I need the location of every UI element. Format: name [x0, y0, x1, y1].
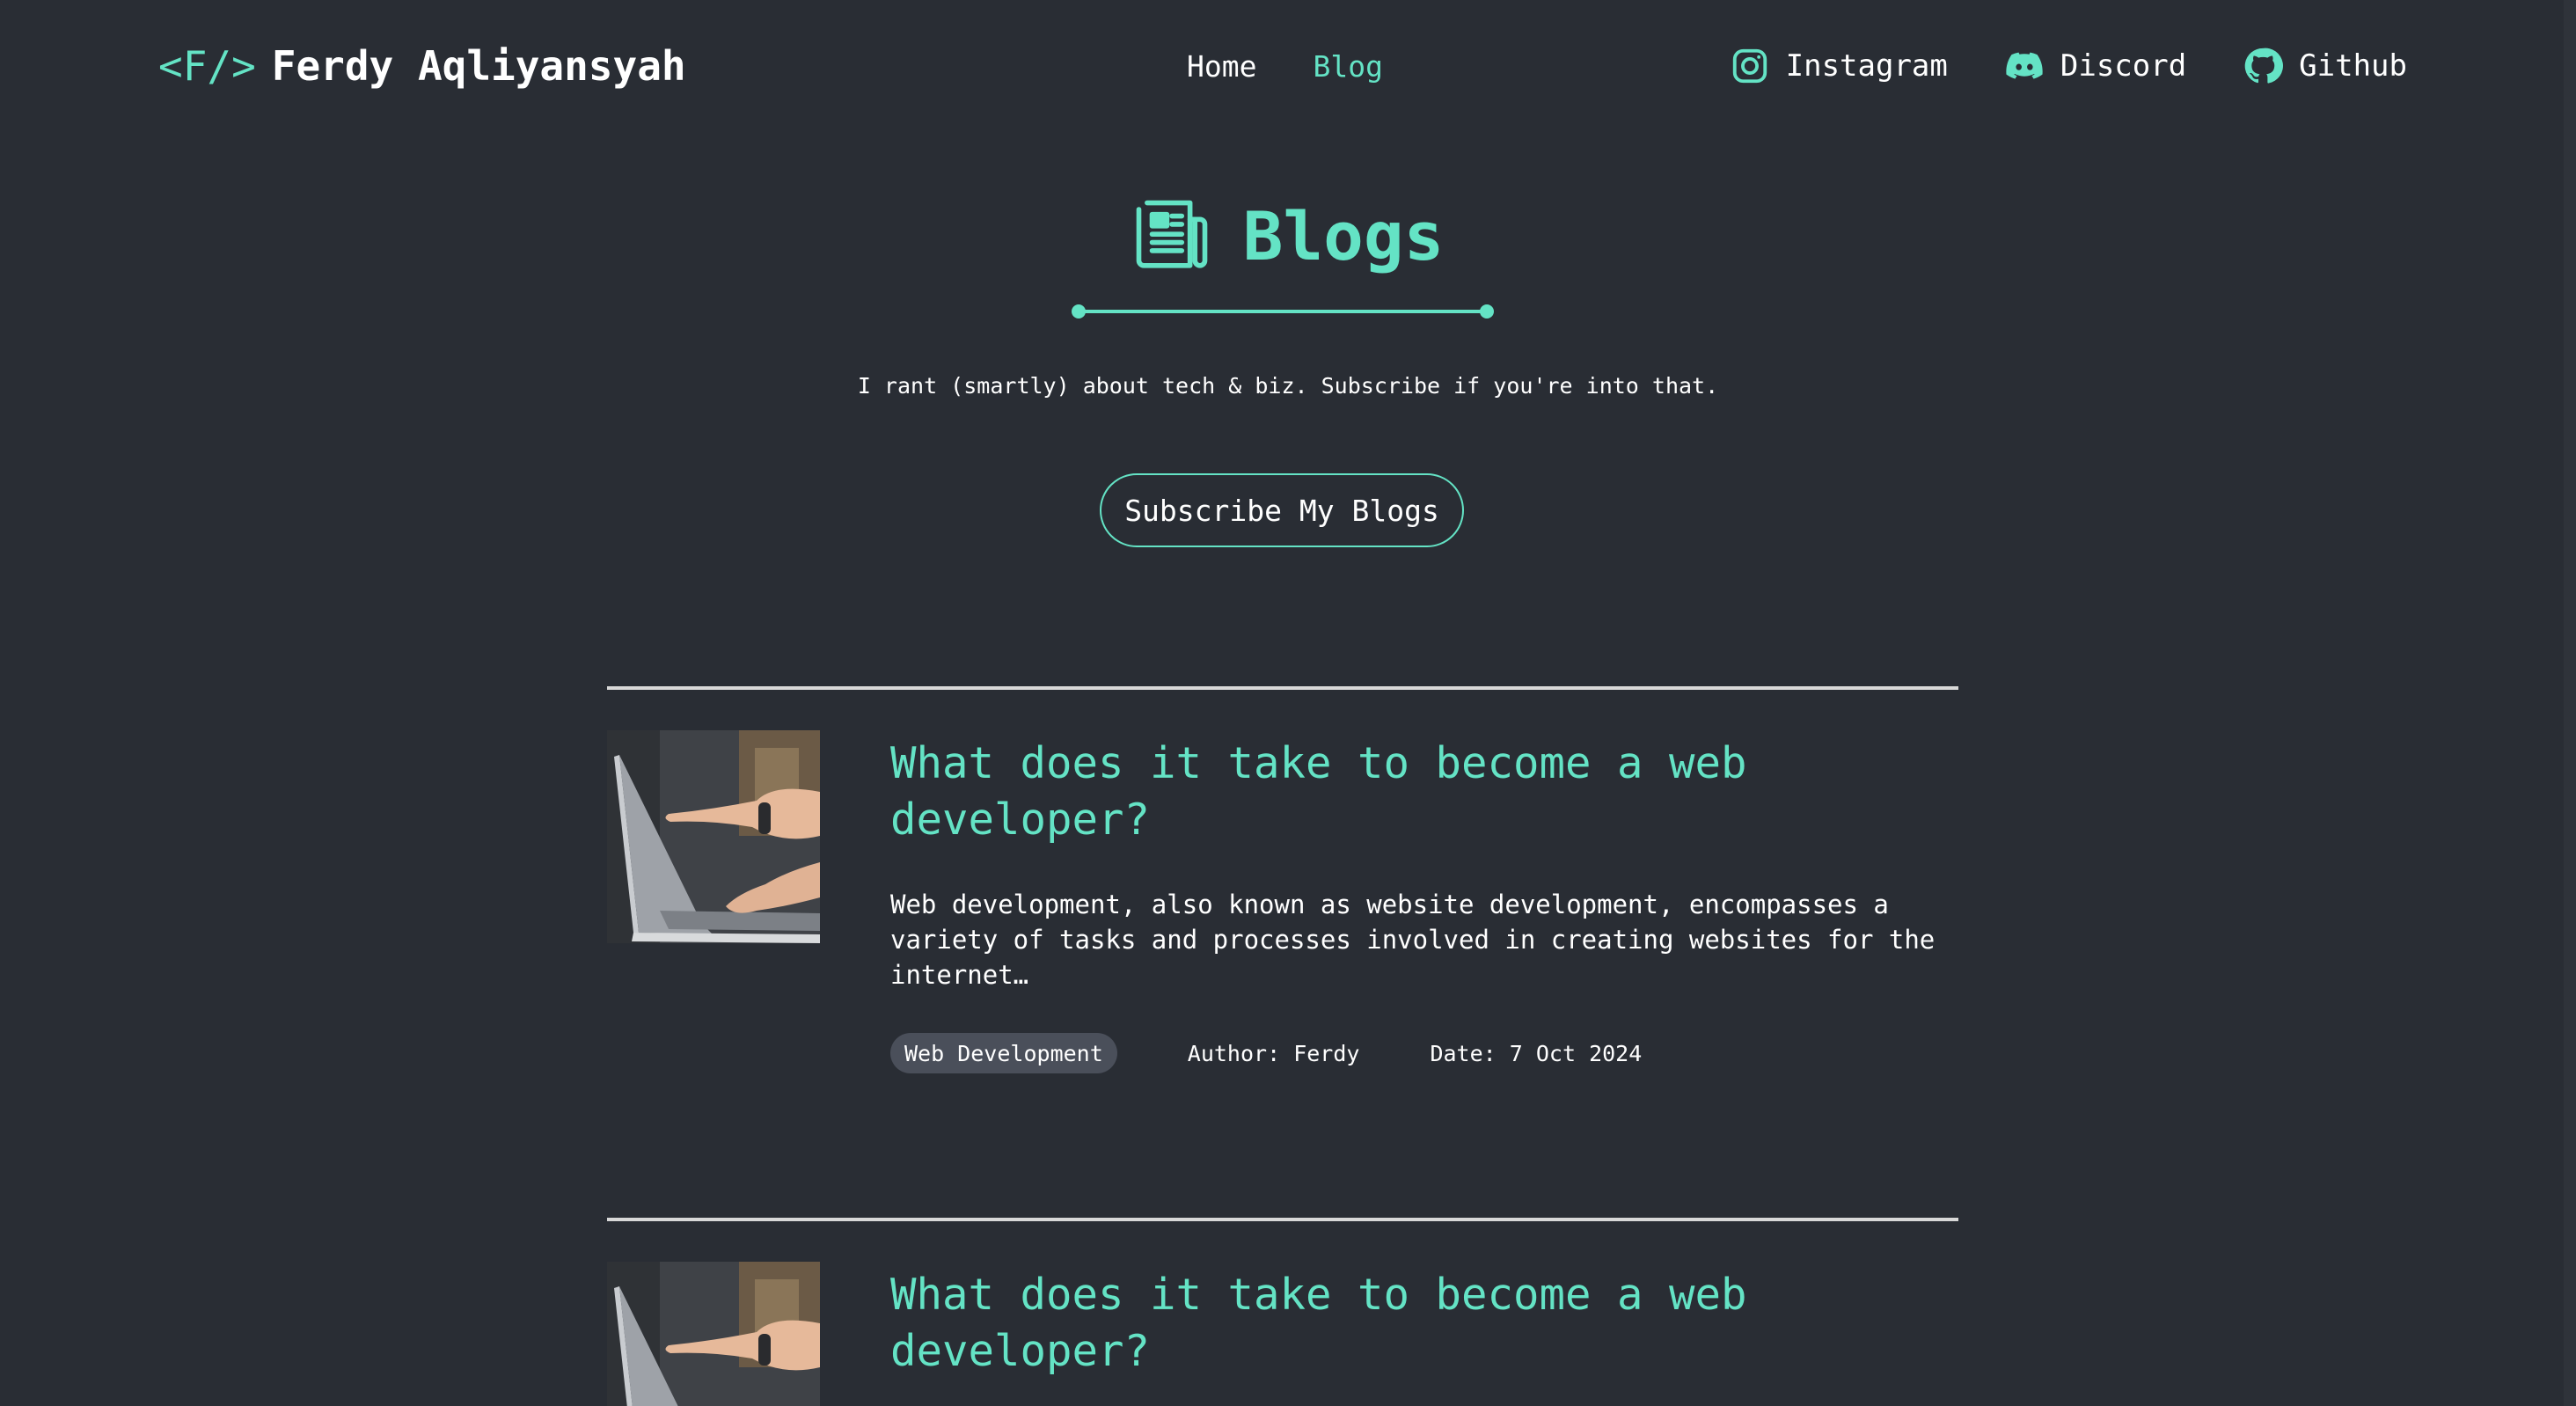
site-header: <F/> Ferdy Aqliyansyah Home Blog Instagr… — [0, 0, 2576, 132]
post-title-link[interactable]: What does it take to become a web develo… — [890, 1267, 1902, 1380]
blog-post-card: What does it take to become a web develo… — [607, 1218, 1958, 1406]
nav-blog[interactable]: Blog — [1313, 49, 1382, 84]
social-discord[interactable]: Discord — [2004, 46, 2186, 86]
post-thumbnail[interactable] — [607, 730, 820, 943]
brand-code: <F/> — [158, 42, 256, 90]
post-divider — [607, 686, 1958, 690]
subscribe-button[interactable]: Subscribe My Blogs — [1100, 473, 1464, 547]
category-tag[interactable]: Web Development — [890, 1033, 1117, 1073]
post-title-link[interactable]: What does it take to become a web develo… — [890, 736, 1902, 848]
social-instagram[interactable]: Instagram — [1730, 46, 1948, 86]
instagram-icon — [1732, 48, 1767, 84]
post-excerpt: Web development, also known as website d… — [890, 890, 1936, 990]
post-date: Date: 7 Oct 2024 — [1430, 1040, 1643, 1066]
social-github[interactable]: Github — [2243, 46, 2407, 86]
page-scrollbar[interactable] — [2564, 0, 2576, 1406]
page-title: Blogs — [1242, 196, 1445, 275]
social-instagram-label: Instagram — [1785, 48, 1948, 84]
github-icon — [2244, 48, 2284, 84]
brand-name: Ferdy Aqliyansyah — [271, 42, 686, 90]
divider-dot-left — [1072, 304, 1086, 319]
post-thumbnail[interactable] — [607, 1262, 820, 1406]
discord-icon — [2006, 52, 2043, 79]
laptop-photo — [607, 1262, 820, 1406]
blog-page: <F/> Ferdy Aqliyansyah Home Blog Instagr… — [0, 0, 2576, 1406]
social-links: Instagram Discord Github — [1730, 40, 2407, 92]
main-nav: Home Blog — [1187, 44, 1383, 88]
tagline: I rant (smartly) about tech & biz. Subsc… — [857, 373, 1719, 399]
newspaper-icon — [1136, 200, 1207, 268]
brand-logo[interactable]: <F/> Ferdy Aqliyansyah — [158, 39, 686, 93]
laptop-photo — [607, 730, 820, 943]
post-divider — [607, 1218, 1958, 1221]
post-author: Author: Ferdy — [1187, 1040, 1360, 1066]
nav-home[interactable]: Home — [1187, 49, 1256, 84]
divider-bar — [1079, 310, 1487, 313]
blog-post-card: What does it take to become a web develo… — [607, 686, 1958, 1073]
hero-heading: Blogs — [0, 192, 2576, 280]
social-discord-label: Discord — [2060, 48, 2187, 84]
title-divider — [1072, 302, 1494, 321]
divider-dot-right — [1480, 304, 1494, 319]
social-github-label: Github — [2299, 48, 2407, 84]
post-meta: Web Development Author: Ferdy Date: 7 Oc… — [890, 1033, 1642, 1073]
